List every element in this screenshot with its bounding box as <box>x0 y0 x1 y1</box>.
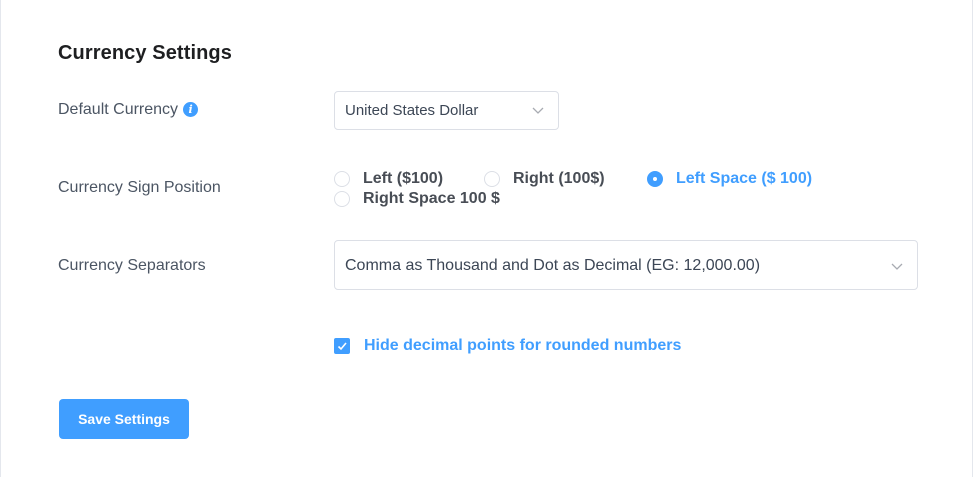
default-currency-label-row: Default Currency i <box>58 101 199 119</box>
hide-decimal-label: Hide decimal points for rounded numbers <box>364 337 682 354</box>
checkmark-icon <box>337 342 347 351</box>
radio-left-space-label: Left Space ($ 100) <box>676 170 813 187</box>
default-currency-select[interactable]: United States Dollar <box>334 91 559 130</box>
radio-circle <box>484 171 500 187</box>
radio-right-label: Right (100$) <box>513 170 605 187</box>
separators-value: Comma as Thousand and Dot as Decimal (EG… <box>345 257 761 274</box>
currency-settings-panel: Currency Settings Default Currency i Unit… <box>0 0 973 477</box>
radio-right-space-label: Right Space 100 $ <box>363 190 500 207</box>
hide-decimal-checkbox[interactable]: Hide decimal points for rounded numbers <box>334 337 681 355</box>
radio-right[interactable]: Right (100$) <box>484 170 605 188</box>
save-settings-button[interactable]: Save Settings <box>59 399 189 439</box>
radio-circle <box>334 171 350 187</box>
checkbox-box <box>334 338 350 354</box>
radio-circle <box>334 191 350 207</box>
chevron-down-icon <box>532 107 544 114</box>
radio-circle-selected <box>647 171 663 187</box>
radio-left[interactable]: Left ($100) <box>334 170 443 188</box>
section-title: Currency Settings <box>58 42 232 64</box>
radio-right-space[interactable]: Right Space 100 $ <box>334 190 500 208</box>
default-currency-value: United States Dollar <box>345 102 479 119</box>
radio-left-space[interactable]: Left Space ($ 100) <box>647 170 812 188</box>
sign-position-label: Currency Sign Position <box>58 179 221 196</box>
info-icon[interactable]: i <box>183 102 199 117</box>
separators-select[interactable]: Comma as Thousand and Dot as Decimal (EG… <box>334 240 918 290</box>
chevron-down-icon <box>891 263 903 270</box>
default-currency-label: Default Currency <box>58 101 179 118</box>
radio-left-label: Left ($100) <box>363 170 444 187</box>
separators-label: Currency Separators <box>58 257 206 274</box>
